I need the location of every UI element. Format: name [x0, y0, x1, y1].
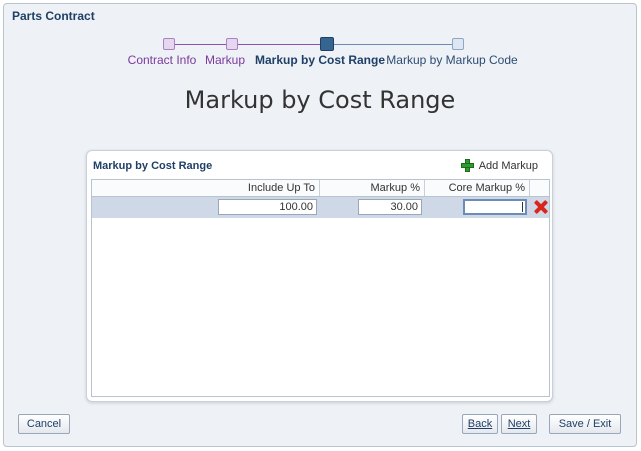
markup-table: Include Up To Markup % Core Markup % 100…: [91, 179, 550, 397]
next-label: Next: [507, 418, 531, 430]
train-stop-markup-by-markup-code[interactable]: [452, 38, 464, 50]
parts-contract-window: Parts Contract Contract Info Markup Mark…: [3, 3, 637, 447]
train-stop-contract-info[interactable]: [163, 38, 175, 50]
cancel-button[interactable]: Cancel: [18, 414, 70, 434]
panel-title: Markup by Cost Range: [93, 160, 213, 172]
markup-cost-range-panel: Markup by Cost Range Add Markup Include …: [86, 150, 553, 402]
window-title: Parts Contract: [12, 9, 95, 23]
panel-header: Markup by Cost Range Add Markup: [87, 151, 552, 179]
add-markup-button[interactable]: Add Markup: [460, 159, 538, 172]
column-header-include-up-to[interactable]: Include Up To: [92, 180, 320, 196]
table-row[interactable]: 100.00 30.00: [92, 197, 549, 218]
page-title: Markup by Cost Range: [184, 86, 456, 114]
train-stop-markup-by-cost-range: [320, 37, 334, 51]
column-header-actions: [530, 180, 550, 196]
train-label-contract-info[interactable]: Contract Info: [128, 53, 197, 67]
back-button[interactable]: Back: [462, 414, 498, 434]
back-label: Back: [467, 418, 493, 430]
table-header: Include Up To Markup % Core Markup %: [92, 180, 549, 197]
train-connector: [334, 44, 452, 45]
train-label-markup[interactable]: Markup: [205, 53, 245, 67]
save-exit-button[interactable]: Save / Exit: [549, 414, 621, 434]
delete-x-icon[interactable]: [534, 200, 548, 214]
train-label-markup-by-markup-code[interactable]: Markup by Markup Code: [386, 53, 517, 67]
train-stop-markup[interactable]: [226, 38, 238, 50]
markup-pct-input[interactable]: 30.00: [358, 199, 422, 215]
next-button[interactable]: Next: [501, 414, 537, 434]
column-header-markup-pct[interactable]: Markup %: [320, 180, 425, 196]
train-connector: [175, 44, 226, 45]
train-label-markup-by-cost-range: Markup by Cost Range: [254, 53, 386, 67]
text-cursor: [522, 202, 523, 212]
include-up-to-input[interactable]: 100.00: [218, 199, 317, 215]
core-markup-pct-input[interactable]: [463, 199, 527, 215]
train-connector: [238, 44, 320, 45]
add-markup-label: Add Markup: [478, 159, 538, 172]
plus-icon: [460, 159, 474, 172]
process-train: Contract Info Markup Markup by Cost Rang…: [4, 37, 636, 78]
column-header-core-markup-pct[interactable]: Core Markup %: [425, 180, 530, 196]
